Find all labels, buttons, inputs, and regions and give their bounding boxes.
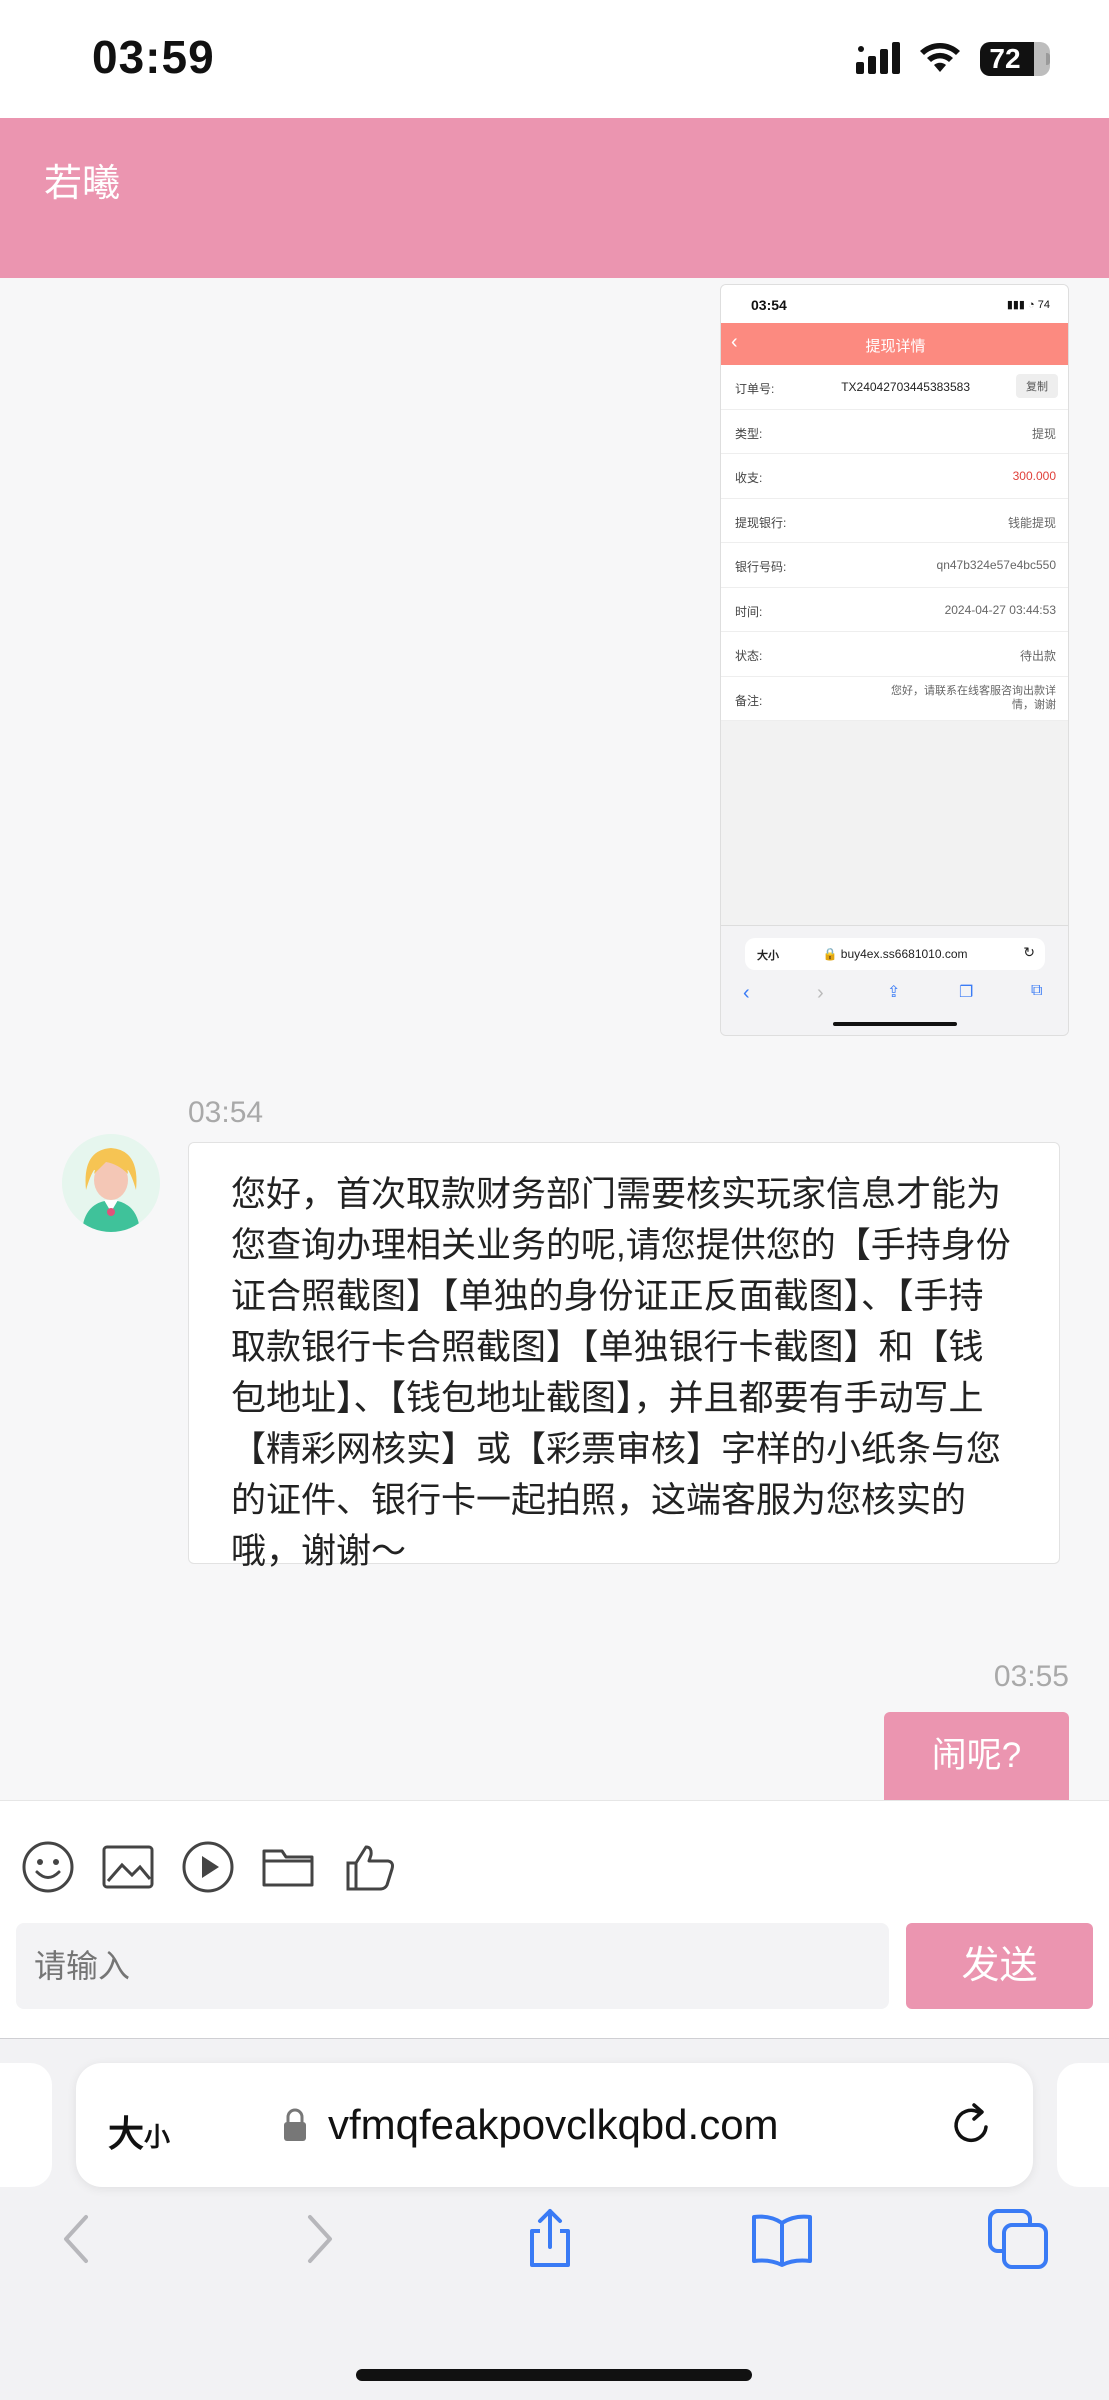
shot-address-bar: 大小 🔒 buy4ex.ss6681010.com ↻ xyxy=(745,938,1045,970)
shot-status-bar: 03:54 ▮▮▮ ◔ 74 xyxy=(721,285,1068,323)
shot-url: 🔒 buy4ex.ss6681010.com xyxy=(822,947,968,961)
agent-message-bubble: 您好，首次取款财务部门需要核实玩家信息才能为您查询办理相关业务的呢,请您提供您的… xyxy=(188,1142,1060,1571)
lock-icon xyxy=(284,2108,306,2141)
shot-reload-icon: ↻ xyxy=(1023,944,1035,960)
next-tab-peek[interactable] xyxy=(1057,2063,1109,2187)
status-bar: 03:59 72 xyxy=(0,0,1109,118)
shot-nav-bar: ‹ 提现详情 xyxy=(721,323,1068,365)
shot-row-value: 钱能提现 xyxy=(1007,515,1056,530)
text-size-small: 小 xyxy=(144,2122,171,2152)
shot-row-order: 订单号: TX24042703445383583 复制 xyxy=(721,365,1068,410)
shot-row-label: 收支: xyxy=(735,471,763,485)
screenshot-image-message[interactable]: 03:54 ▮▮▮ ◔ 74 ‹ 提现详情 订单号: TX24042703445… xyxy=(720,284,1069,1036)
shot-row: 时间: 2024-04-27 03:44:53 xyxy=(721,588,1068,632)
tabs-icon[interactable] xyxy=(986,2207,1050,2271)
avatar-icon xyxy=(62,1134,160,1232)
agent-message-time: 03:54 xyxy=(188,1096,264,1129)
shot-back-nav-icon: ‹ xyxy=(743,982,750,1004)
previous-tab-peek[interactable] xyxy=(0,2063,52,2187)
shot-row-value: 300.000 xyxy=(1012,469,1056,483)
shot-status-icons: ▮▮▮ ◔ 74 xyxy=(1006,299,1050,311)
shot-row-label: 提现银行: xyxy=(735,515,787,530)
shot-row: 收支: 300.000 xyxy=(721,454,1068,499)
shot-row-label: 备注: xyxy=(735,693,763,708)
agent-avatar xyxy=(62,1134,160,1232)
wifi-icon xyxy=(920,43,960,72)
shot-row-label: 时间: xyxy=(735,604,763,619)
shot-row-label: 状态: xyxy=(735,649,763,663)
shot-bookmarks-icon: ❐ xyxy=(959,984,974,1001)
shot-row-value: qn47b324e57e4bc550 xyxy=(936,558,1056,572)
forward-icon[interactable] xyxy=(286,2207,350,2271)
shot-forward-nav-icon: › xyxy=(817,982,824,1004)
agent-name: 若曦 xyxy=(44,163,121,205)
video-icon[interactable] xyxy=(180,1839,236,1895)
message-input[interactable] xyxy=(16,1923,889,2009)
shot-row: 银行号码: qn47b324e57e4bc550 xyxy=(721,543,1068,588)
chat-header: 若曦 xyxy=(0,118,1109,278)
shot-url-text: buy4ex.ss6681010.com xyxy=(840,947,968,961)
send-button[interactable]: 发送 xyxy=(906,1923,1093,2009)
user-message-time: 03:55 xyxy=(993,1660,1069,1693)
message-composer: 发送 xyxy=(0,1800,1109,2038)
browser-bar: 大小 vfmqfeakpovclkqbd.com xyxy=(0,2038,1109,2400)
address-bar[interactable]: 大小 vfmqfeakpovclkqbd.com xyxy=(76,2063,1033,2187)
shot-row: 提现银行: 钱能提现 xyxy=(721,499,1068,543)
folder-icon[interactable] xyxy=(260,1839,316,1895)
shot-browser-bar: 大小 🔒 buy4ex.ss6681010.com ↻ ‹ › ⇪ ❐ ⧉ xyxy=(721,925,1068,1035)
share-icon[interactable] xyxy=(518,2207,582,2271)
shot-row-value: 提现 xyxy=(1031,426,1056,441)
shot-row-label: 类型: xyxy=(735,426,763,441)
text-size-button[interactable]: 大小 xyxy=(108,2105,170,2157)
shot-tabs-icon: ⧉ xyxy=(1031,982,1043,999)
shot-toolbar: ‹ › ⇪ ❐ ⧉ xyxy=(721,982,1068,1012)
text-size-big: 大 xyxy=(108,2113,145,2154)
shot-battery: 74 xyxy=(1037,299,1050,311)
url-text[interactable]: vfmqfeakpovclkqbd.com xyxy=(328,2101,779,2149)
chat-area[interactable]: 03:54 ▮▮▮ ◔ 74 ‹ 提现详情 订单号: TX24042703445… xyxy=(0,278,1109,1800)
shot-row: 类型: 提现 xyxy=(721,410,1068,454)
home-indicator xyxy=(356,2369,752,2381)
shot-copy-button: 复制 xyxy=(1016,374,1058,398)
image-icon[interactable] xyxy=(100,1839,156,1895)
shot-share-icon: ⇪ xyxy=(887,984,901,1001)
shot-row: 状态: 待出款 xyxy=(721,632,1068,677)
shot-row-value: 您好，请联系在线客服咨询出款详情，谢谢 xyxy=(891,684,1056,711)
shot-time: 03:54 xyxy=(751,297,787,313)
shot-row-value: 待出款 xyxy=(1019,649,1056,663)
emoji-icon[interactable] xyxy=(20,1839,76,1895)
battery-level: 72 xyxy=(989,43,1021,74)
bookmarks-icon[interactable] xyxy=(750,2207,814,2271)
shot-row-value: 2024-04-27 03:44:53 xyxy=(944,602,1056,617)
user-message-bubble: 闹呢? xyxy=(884,1712,1069,1800)
shot-row-value: TX24042703445383583 xyxy=(841,380,970,394)
battery-icon: 72 xyxy=(980,42,1050,76)
shot-row-label: 订单号: xyxy=(735,382,775,396)
back-icon[interactable] xyxy=(46,2207,110,2271)
shot-home-indicator xyxy=(833,1022,957,1026)
reload-icon[interactable] xyxy=(948,2101,996,2149)
status-time: 03:59 xyxy=(92,31,215,83)
signal-icon xyxy=(856,42,900,74)
shot-row-label: 银行号码: xyxy=(735,560,787,574)
thumbs-up-icon[interactable] xyxy=(342,1839,398,1895)
shot-row: 备注: 您好，请联系在线客服咨询出款详情，谢谢 xyxy=(721,677,1068,721)
shot-title: 提现详情 xyxy=(865,338,926,355)
shot-detail-list: 订单号: TX24042703445383583 复制 类型: 提现 收支: 3… xyxy=(721,365,1068,721)
